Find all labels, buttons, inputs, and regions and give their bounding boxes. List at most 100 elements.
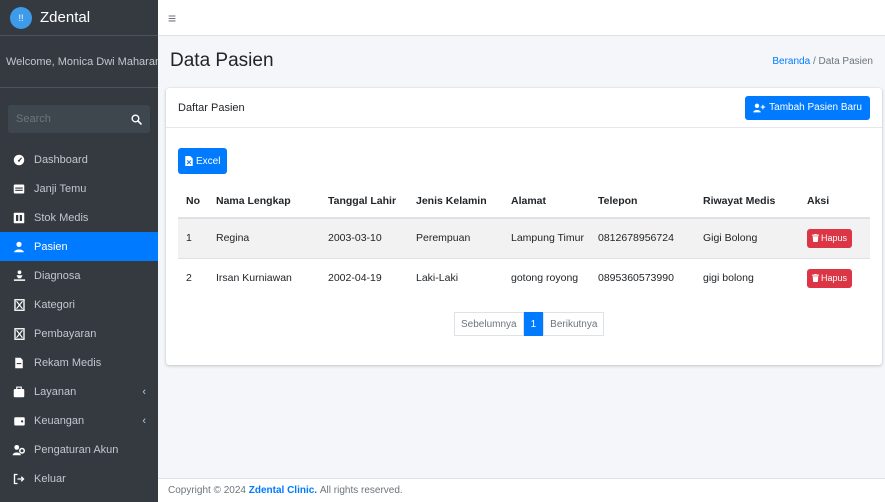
sidebar-item-label: Kategori [34, 298, 75, 311]
wallet-icon [12, 414, 26, 428]
column-header[interactable]: Alamat [503, 184, 590, 219]
column-header[interactable]: No [178, 184, 208, 219]
cell-jenis-kelamin: Perempuan [408, 217, 503, 258]
sidebar-item-kategori[interactable]: Kategori [0, 290, 158, 319]
sidebar-item-keluar[interactable]: Keluar [0, 464, 158, 493]
add-patient-label: Tambah Pasien Baru [769, 102, 862, 113]
cell-alamat: gotong royong [503, 257, 590, 298]
footer: Copyright © 2024 Zdental Clinic. All rig… [158, 478, 885, 502]
search-input[interactable] [8, 105, 122, 133]
pagination-next[interactable]: Berikutnya [543, 312, 605, 336]
footer-copyright: Copyright © 2024 [168, 485, 246, 496]
calendar-icon [12, 182, 26, 196]
cell-telepon: 0812678956724 [590, 217, 695, 258]
sidebar-item-label: Rekam Medis [34, 356, 102, 369]
sidebar-search [8, 105, 150, 133]
sidebar-item-dashboard[interactable]: Dashboard [0, 145, 158, 174]
user-icon [12, 240, 26, 254]
money-icon [12, 327, 26, 341]
sidebar-item-stok-medis[interactable]: Stok Medis [0, 203, 158, 232]
sidebar-item-label: Janji Temu [34, 182, 87, 195]
sidebar-item-label: Keluar [34, 472, 66, 485]
sidebar-item-layanan[interactable]: Layanan ‹ [0, 377, 158, 406]
card-header: Daftar Pasien Tambah Pasien Baru [166, 88, 882, 128]
sidebar-item-label: Pasien [34, 240, 68, 253]
brand-link[interactable]: !! Zdental [0, 0, 158, 36]
search-icon [130, 113, 142, 125]
sidebar-item-pengaturan-akun[interactable]: Pengaturan Akun [0, 435, 158, 464]
column-header[interactable]: Jenis Kelamin [408, 184, 503, 219]
patients-card: Daftar Pasien Tambah Pasien Baru Excel N… [166, 88, 882, 365]
sidebar-item-label: Keuangan [34, 414, 85, 427]
sidebar-nav: Dashboard Janji Temu Stok Medis Pasien D… [0, 145, 158, 493]
cell-riwayat-medis: Gigi Bolong [695, 217, 799, 258]
sidebar-item-pasien[interactable]: Pasien [0, 232, 158, 261]
cell-aksi: Hapus [799, 217, 870, 258]
sidebar-item-janji-temu[interactable]: Janji Temu [0, 174, 158, 203]
sidebar-item-diagnosa[interactable]: Diagnosa [0, 261, 158, 290]
box-icon [12, 211, 26, 225]
briefcase-icon [12, 385, 26, 399]
cell-nama: Irsan Kurniawan [208, 257, 320, 298]
delete-button[interactable]: Hapus [807, 268, 853, 288]
search-button[interactable] [122, 105, 150, 133]
table-header-row: No Nama Lengkap Tanggal Lahir Jenis Kela… [178, 184, 870, 219]
sign-out-icon [12, 472, 26, 486]
users-icon [12, 443, 26, 457]
cell-no: 2 [178, 257, 208, 298]
cell-tanggal-lahir: 2003-03-10 [320, 217, 408, 258]
sidebar-item-label: Dashboard [34, 153, 88, 166]
content-header: Data Pasien Beranda / Data Pasien [158, 36, 885, 86]
column-header[interactable]: Riwayat Medis [695, 184, 799, 219]
cell-aksi: Hapus [799, 257, 870, 298]
trash-icon [812, 234, 819, 243]
welcome-text: Welcome, Monica Dwi Maharani [6, 55, 158, 68]
patients-table: No Nama Lengkap Tanggal Lahir Jenis Kela… [178, 184, 870, 298]
file-icon [12, 356, 26, 370]
top-navbar: ≡ [158, 0, 885, 36]
trash-icon [812, 274, 819, 283]
footer-brand-link[interactable]: Zdental Clinic. [249, 485, 317, 496]
sidebar-item-label: Pengaturan Akun [34, 443, 119, 456]
chevron-left-icon: ‹ [142, 385, 146, 398]
cell-jenis-kelamin: Laki-Laki [408, 257, 503, 298]
column-header[interactable]: Tanggal Lahir [320, 184, 408, 219]
delete-label: Hapus [821, 273, 848, 284]
table-row: 1 Regina 2003-03-10 Perempuan Lampung Ti… [178, 217, 870, 258]
sidebar-item-keuangan[interactable]: Keuangan ‹ [0, 406, 158, 435]
brand-name: Zdental [40, 9, 91, 26]
breadcrumb: Beranda / Data Pasien [772, 56, 873, 67]
delete-button[interactable]: Hapus [807, 228, 853, 248]
breadcrumb-current: Data Pasien [818, 55, 873, 67]
cell-tanggal-lahir: 2002-04-19 [320, 257, 408, 298]
breadcrumb-home-link[interactable]: Beranda [772, 56, 810, 67]
footer-rights: All rights reserved. [319, 485, 403, 496]
cell-no: 1 [178, 217, 208, 258]
cell-alamat: Lampung Timur [503, 217, 590, 258]
tachometer-icon [12, 153, 26, 167]
user-panel[interactable]: Welcome, Monica Dwi Maharani [0, 36, 158, 88]
card-title: Daftar Pasien [178, 101, 245, 114]
column-header[interactable]: Nama Lengkap [208, 184, 320, 219]
page-title: Data Pasien [170, 50, 274, 71]
user-plus-icon [753, 103, 766, 112]
diagnoses-icon [12, 269, 26, 283]
cell-riwayat-medis: gigi bolong [695, 257, 799, 298]
sidebar-item-rekam-medis[interactable]: Rekam Medis [0, 348, 158, 377]
excel-export-button[interactable]: Excel [178, 148, 228, 174]
tag-icon [12, 298, 26, 312]
add-patient-button[interactable]: Tambah Pasien Baru [745, 95, 870, 120]
excel-label: Excel [196, 155, 221, 167]
column-header[interactable]: Aksi [799, 184, 870, 219]
delete-label: Hapus [821, 233, 848, 244]
pagination: Sebelumnya 1 Berikutnya [454, 312, 605, 336]
pagination-page-current[interactable]: 1 [523, 312, 544, 336]
sidebar-item-label: Diagnosa [34, 269, 81, 282]
sidebar-item-pembayaran[interactable]: Pembayaran [0, 319, 158, 348]
pagination-prev[interactable]: Sebelumnya [454, 312, 524, 336]
table-row: 2 Irsan Kurniawan 2002-04-19 Laki-Laki g… [178, 257, 870, 298]
hamburger-menu-icon[interactable]: ≡ [168, 10, 176, 26]
column-header[interactable]: Telepon [590, 184, 695, 219]
brand-logo-icon: !! [10, 6, 32, 29]
sidebar-item-label: Pembayaran [34, 327, 97, 340]
